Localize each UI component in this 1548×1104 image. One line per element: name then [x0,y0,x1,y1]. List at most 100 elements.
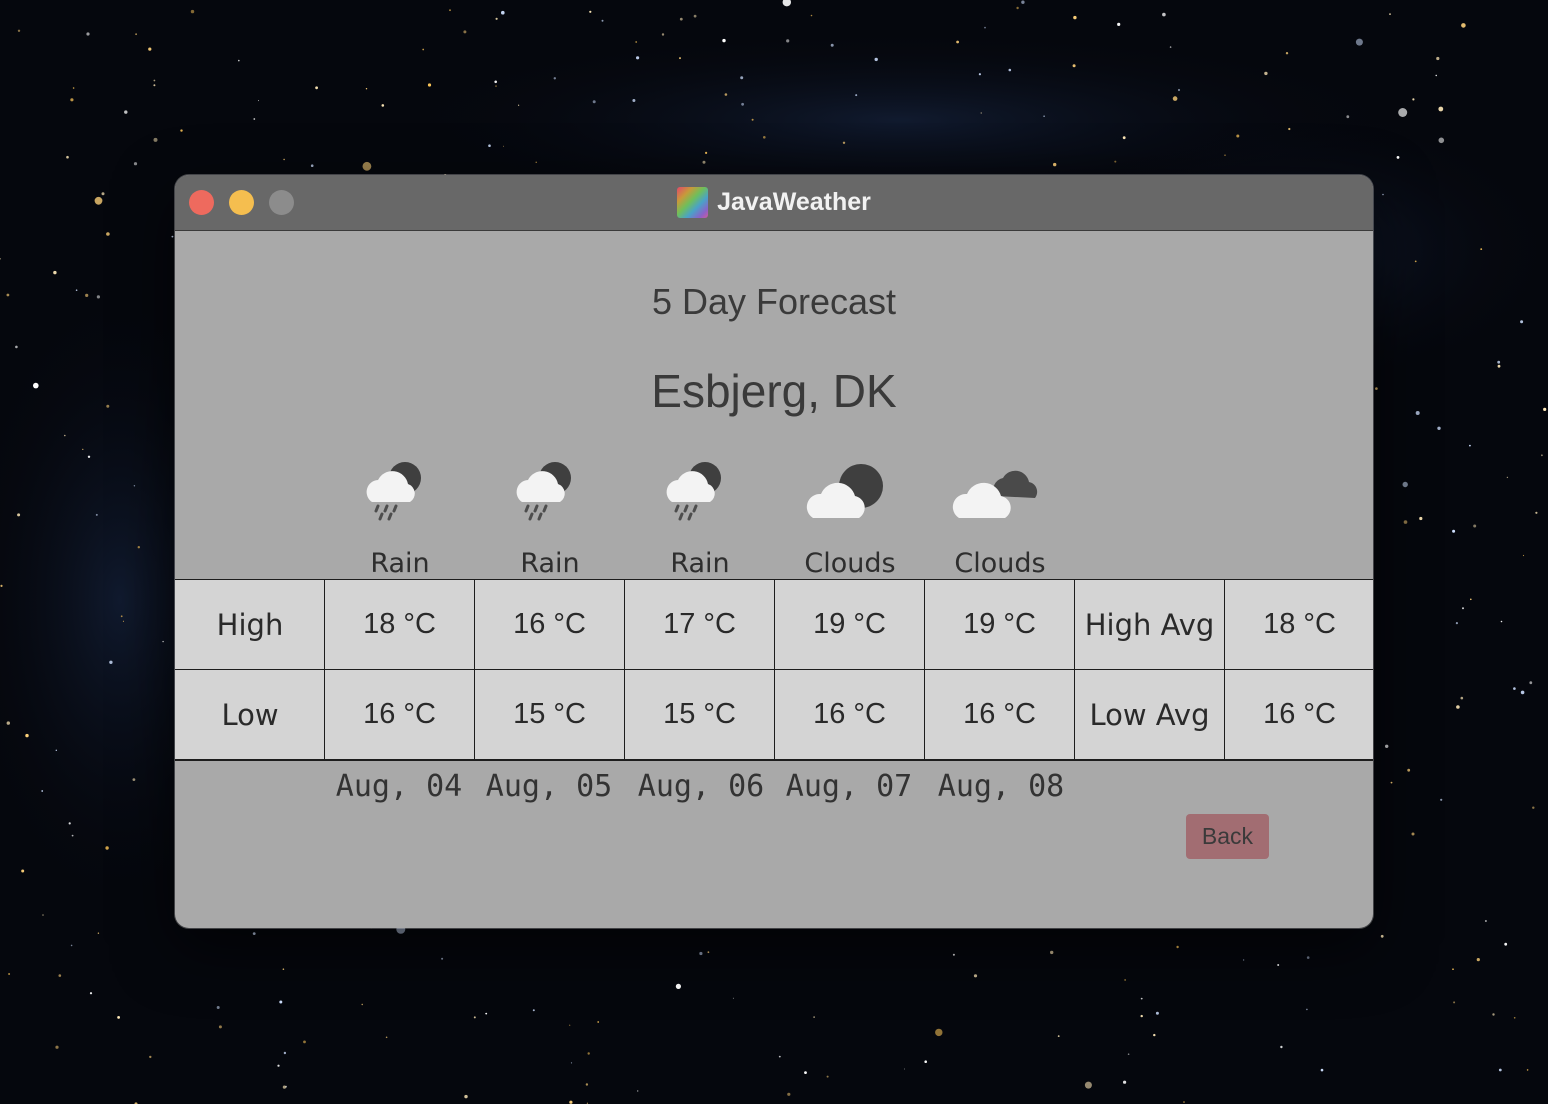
star [1522,554,1525,557]
star [1183,1101,1185,1103]
star [1127,1053,1130,1055]
star [216,1006,220,1009]
star [587,1052,590,1055]
star [978,73,982,76]
star [935,1028,943,1037]
star [238,59,240,62]
star [699,951,703,956]
star [724,93,728,96]
star [106,404,110,408]
star [153,79,156,82]
star [1541,454,1543,457]
condition-label: Rain [520,548,580,579]
star [1438,106,1444,112]
rain-cloud-moon-icon [366,462,421,521]
star [553,77,556,80]
star [1520,320,1524,324]
star [1236,134,1240,138]
table-divider [175,759,1373,761]
star [874,57,878,62]
star [1435,74,1437,77]
star [1419,516,1423,521]
low-row-label: Low [175,669,325,759]
title-bar[interactable]: JavaWeather [175,175,1373,231]
star [427,83,432,87]
star [1414,260,1417,263]
star [1456,705,1460,709]
star [86,32,90,36]
low-avg-value: 16 °C [1224,669,1373,759]
star [1177,88,1181,92]
star [124,110,128,114]
star [422,48,425,51]
star [842,141,846,144]
high-temp-cell: 16 °C [474,579,624,669]
star [180,129,183,132]
back-button[interactable]: Back [1186,814,1269,859]
window-title: JavaWeather [717,188,871,216]
low-temp-cell: 16 °C [774,669,924,759]
star [361,1003,363,1006]
star [1520,690,1525,695]
star [1396,156,1400,159]
star [95,513,98,516]
star [740,76,744,80]
condition-label: Rain [670,548,730,579]
star [1543,407,1547,411]
star [117,1016,120,1019]
star [6,721,10,725]
star [1529,681,1533,685]
condition-label: Clouds [954,548,1046,579]
low-avg-label: Low Avg [1074,669,1224,759]
star [1162,12,1166,17]
star [1155,1011,1159,1015]
star [473,1016,476,1019]
star [1476,958,1480,962]
star [381,104,385,107]
star [1497,360,1501,364]
app-window: JavaWeather 5 Day Forecast Esbjerg, DK R… [175,175,1373,928]
star [162,640,164,643]
condition-label: Rain [370,548,430,579]
star [675,983,682,990]
star [362,161,372,171]
star [1021,0,1025,4]
star [171,235,174,238]
star [1008,68,1012,72]
star [1473,524,1477,528]
star [1470,598,1472,601]
star [53,270,57,275]
star [41,790,44,792]
app-icon [677,187,709,218]
star [277,1064,280,1067]
star [813,1016,815,1018]
location-label: Esbjerg, DK [651,365,897,417]
star [1050,950,1054,955]
star [279,1000,283,1004]
star [106,232,110,236]
star [87,455,91,458]
star [589,10,592,13]
star [1461,23,1466,28]
star [956,40,959,44]
star [1492,1013,1495,1016]
star [153,84,156,87]
star [253,118,256,120]
star [1153,1033,1156,1037]
star [693,14,697,18]
star [855,94,858,97]
star [826,1075,829,1078]
star [1124,979,1126,981]
star [1480,248,1483,251]
high-temp-cell: 19 °C [924,579,1074,669]
star [1389,13,1391,15]
condition-label: Clouds [804,548,896,579]
star [85,293,89,297]
star [1452,529,1456,533]
star [97,932,100,934]
star [1453,1001,1456,1004]
star [282,968,285,970]
date-label: Aug, 05 [485,769,613,804]
star [1043,115,1045,117]
broken-clouds-icon [952,470,1038,518]
